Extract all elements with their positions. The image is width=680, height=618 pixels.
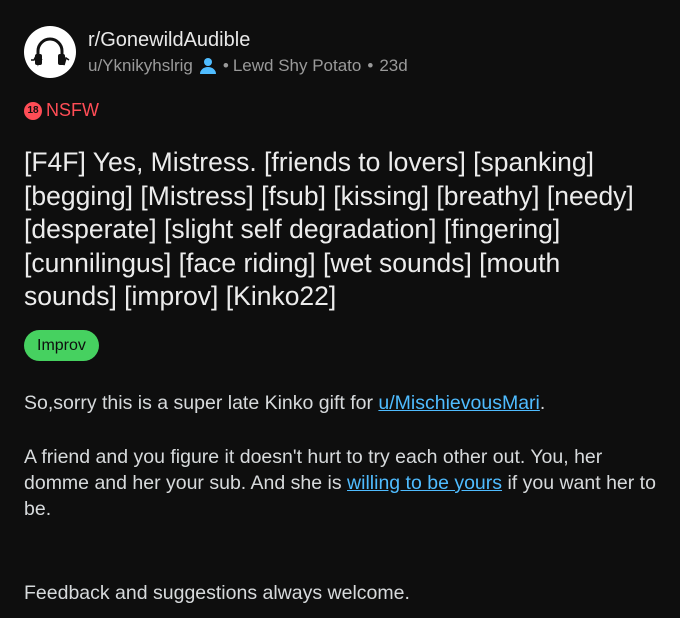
nsfw-18-icon: 18 <box>24 101 42 120</box>
body-paragraph-3: Feedback and suggestions always welcome. <box>24 582 410 604</box>
post-header: r/GonewildAudible u/Yknikyhslrig • Lewd … <box>24 26 408 78</box>
post-age: 23d <box>379 55 408 75</box>
user-mention-link[interactable]: u/MischievousMari <box>378 392 539 414</box>
body-text: So,sorry this is a super late Kinko gift… <box>24 392 379 414</box>
body-paragraph-1: So,sorry this is a super late Kinko gift… <box>24 390 664 416</box>
separator: • <box>367 55 374 75</box>
headphones-waveform-icon <box>31 37 70 67</box>
author-name[interactable]: u/Yknikyhslrig <box>88 55 193 77</box>
separator: • <box>222 55 229 75</box>
post-card: r/GonewildAudible u/Yknikyhslrig • Lewd … <box>0 0 680 618</box>
user-icon <box>199 57 217 75</box>
post-meta: r/GonewildAudible u/Yknikyhslrig • Lewd … <box>88 28 408 77</box>
nsfw-label: NSFW <box>46 100 99 120</box>
link-flair[interactable]: Improv <box>24 330 99 361</box>
body-paragraph-2: A friend and you figure it doesn't hurt … <box>24 444 664 522</box>
willing-to-be-yours-link[interactable]: willing to be yours <box>347 472 502 494</box>
post-title[interactable]: [F4F] Yes, Mistress. [friends to lovers]… <box>24 146 656 314</box>
author-flair: Lewd Shy Potato <box>232 55 362 75</box>
body-text: . <box>539 392 546 414</box>
subreddit-avatar[interactable] <box>24 26 76 78</box>
nsfw-tag: 18 NSFW <box>24 100 99 121</box>
author-line: u/Yknikyhslrig • Lewd Shy Potato • 23d <box>88 55 408 77</box>
subreddit-name[interactable]: r/GonewildAudible <box>88 28 408 52</box>
